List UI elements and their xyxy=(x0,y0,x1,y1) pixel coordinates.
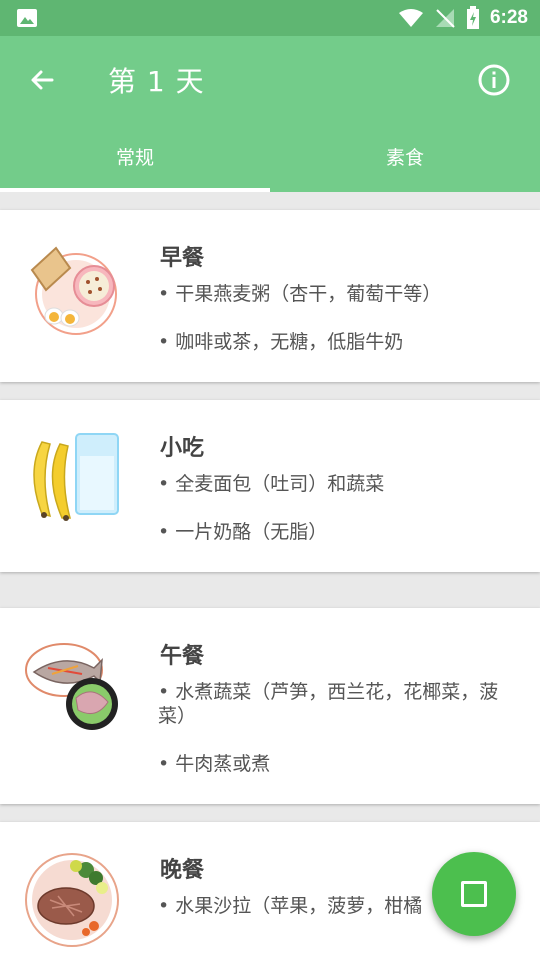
gallery-notification-icon xyxy=(17,9,37,27)
floating-action-button[interactable] xyxy=(432,852,516,936)
status-time: 6:28 xyxy=(489,7,528,28)
meal-item: • 一片奶酪（无脂） xyxy=(158,521,328,543)
arrow-back-icon xyxy=(31,70,54,90)
breakfast-plate-icon xyxy=(30,246,117,335)
no-signal-icon xyxy=(435,9,455,28)
back-button[interactable] xyxy=(20,58,64,102)
info-button[interactable] xyxy=(474,60,514,100)
status-icons: 6:28 xyxy=(398,0,528,36)
status-bar: 6:28 xyxy=(0,0,540,36)
tab-regular[interactable]: 常规 xyxy=(0,144,270,188)
steak-salad-plate-icon xyxy=(25,853,119,947)
meal-item: • 干果燕麦粥（杏干，葡萄干等） xyxy=(158,283,442,305)
meal-title: 晚餐 xyxy=(160,858,205,883)
meal-item: • 牛肉蒸或煮 xyxy=(158,753,271,775)
meal-item: • 全麦面包（吐司）和蔬菜 xyxy=(158,473,385,495)
meal-title: 午餐 xyxy=(160,644,205,669)
square-icon xyxy=(461,881,487,907)
fish-meat-plate-icon xyxy=(25,643,118,730)
info-icon xyxy=(478,64,510,96)
meal-title: 早餐 xyxy=(160,246,205,271)
app-bar: 第 1 天 常规 素食 xyxy=(0,36,540,192)
banana-milk-icon xyxy=(33,433,119,521)
meal-card-breakfast[interactable]: 早餐 • 干果燕麦粥（杏干，葡萄干等） • 咖啡或茶，无糖，低脂牛奶 xyxy=(0,210,540,382)
meal-card-lunch[interactable]: 午餐 • 水煮蔬菜（芦笋，西兰花，花椰菜，菠菜） • 牛肉蒸或煮 xyxy=(0,608,540,804)
page-title: 第 1 天 xyxy=(108,65,205,98)
tab-indicator xyxy=(0,188,270,192)
tab-vegetarian[interactable]: 素食 xyxy=(270,144,540,188)
meal-item: • 咖啡或茶，无糖，低脂牛奶 xyxy=(158,331,404,353)
meal-card-snack[interactable]: 小吃 • 全麦面包（吐司）和蔬菜 • 一片奶酪（无脂） xyxy=(0,400,540,572)
meal-item: • 水煮蔬菜（芦笋，西兰花，花椰菜，菠菜） xyxy=(158,681,499,727)
battery-charging-icon xyxy=(466,6,479,29)
wifi-icon xyxy=(398,9,423,27)
meal-title: 小吃 xyxy=(160,436,205,461)
